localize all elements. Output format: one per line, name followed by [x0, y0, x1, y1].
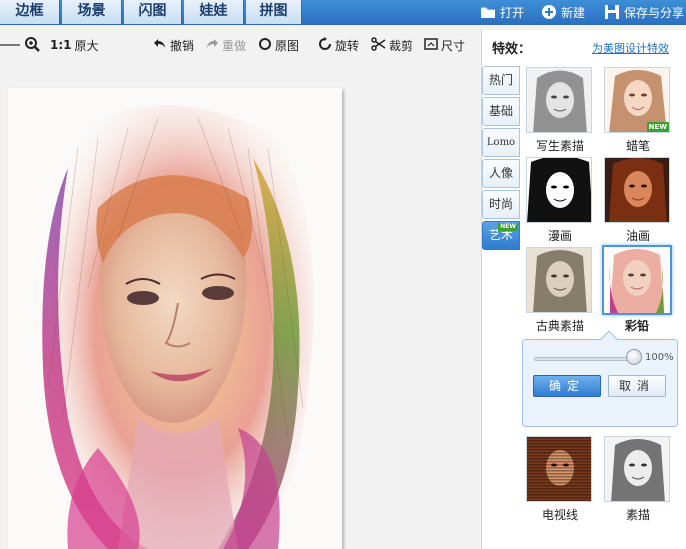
category-art[interactable]: 艺术 NEW — [482, 221, 520, 250]
confirm-button[interactable]: 确定 — [533, 375, 601, 397]
rotate-button[interactable]: 旋转 — [318, 36, 360, 54]
rotate-label: 旋转 — [335, 38, 360, 53]
zoom-slider-stub[interactable] — [0, 44, 20, 46]
floppy-icon — [604, 4, 620, 20]
effect-oil-thumb — [604, 157, 670, 223]
effect-crayon-thumb: NEW — [604, 67, 670, 133]
redo-label: 重做 — [222, 38, 247, 53]
open-label: 打开 — [500, 5, 525, 20]
resize-button[interactable]: 尺寸 — [424, 37, 465, 53]
photo-canvas[interactable] — [8, 88, 342, 549]
crop-label: 裁剪 — [389, 38, 414, 53]
zoom-ratio-label: 1:1 — [50, 38, 72, 52]
category-lomo[interactable]: Lomo — [482, 128, 520, 157]
circle-icon — [258, 37, 272, 54]
effect-sketch[interactable]: 写生素描 — [526, 67, 594, 154]
undo-icon — [153, 37, 167, 54]
resize-label: 尺寸 — [441, 38, 466, 53]
rotate-icon — [318, 36, 332, 54]
effect-crayon[interactable]: NEW 蜡笔 — [604, 67, 672, 154]
crop-button[interactable]: 裁剪 — [371, 36, 414, 54]
folder-icon — [480, 4, 496, 20]
effect-adjust-popup: 100% 确定 取消 — [522, 330, 678, 427]
new-badge: NEW — [646, 122, 669, 132]
tab-collage[interactable]: 拼图 — [246, 0, 302, 24]
effect-pencil-sketch-label: 素描 — [625, 508, 650, 522]
effect-color-pencil-thumb — [602, 245, 672, 315]
original-image-label: 原图 — [275, 38, 300, 53]
effect-classic-sketch-label: 古典素描 — [535, 319, 584, 333]
cancel-button[interactable]: 取消 — [608, 375, 666, 397]
original-size-label: 原大 — [74, 38, 99, 53]
effect-tv-lines[interactable]: 电视线 — [526, 436, 594, 523]
effect-color-pencil[interactable]: 彩铅 — [602, 245, 672, 334]
magnifier-plus-icon — [24, 36, 40, 55]
effect-tv-lines-label: 电视线 — [541, 508, 578, 522]
effect-sketch-label: 写生素描 — [535, 139, 584, 153]
original-image-button[interactable]: 原图 — [258, 37, 299, 53]
effect-classic-sketch-thumb — [526, 247, 592, 313]
redo-icon — [205, 37, 219, 54]
effect-crayon-label: 蜡笔 — [625, 139, 650, 153]
category-hot[interactable]: 热门 — [482, 66, 520, 95]
category-portrait[interactable]: 人像 — [482, 159, 520, 188]
actual-size-button[interactable]: 1:1 原大 — [50, 37, 99, 53]
effect-comic-label: 漫画 — [547, 229, 572, 243]
tab-flash[interactable]: 闪图 — [124, 0, 182, 24]
effects-title: 特效： — [492, 42, 532, 57]
open-button[interactable]: 打开 — [480, 2, 524, 22]
tab-doll[interactable]: 娃娃 — [184, 0, 244, 24]
save-share-button[interactable]: 保存与分享 — [604, 2, 684, 22]
tab-border[interactable]: 边框 — [0, 0, 60, 24]
category-basic[interactable]: 基础 — [482, 97, 520, 126]
design-effect-link[interactable]: 为美图设计特效 — [592, 40, 669, 56]
effect-pencil-sketch[interactable]: 素描 — [604, 436, 672, 523]
category-fashion[interactable]: 时尚 — [482, 190, 520, 219]
top-menu-bar: 边框 场景 闪图 娃娃 拼图 打开 新建 保存与分享 — [0, 0, 686, 25]
effect-color-pencil-label: 彩铅 — [624, 319, 649, 333]
undo-label: 撤销 — [170, 38, 195, 53]
zoom-in-button[interactable] — [24, 36, 40, 55]
effect-comic[interactable]: 漫画 — [526, 157, 594, 244]
effect-pencil-sketch-thumb — [604, 436, 670, 502]
effect-oil-label: 油画 — [625, 229, 650, 243]
opacity-slider-thumb[interactable] — [626, 349, 642, 365]
effect-tv-lines-thumb — [526, 436, 592, 502]
scissors-icon — [371, 36, 386, 54]
effect-sketch-thumb — [526, 67, 592, 133]
new-button[interactable]: 新建 — [541, 2, 585, 22]
edit-toolbar: 1:1 原大 撤销 重做 原图 旋转 裁剪 尺寸 — [0, 27, 478, 63]
effect-comic-thumb — [526, 157, 592, 223]
opacity-value: 100% — [645, 352, 674, 363]
plus-icon — [541, 4, 557, 20]
opacity-slider-track[interactable] — [534, 357, 634, 361]
resize-icon — [424, 37, 438, 54]
redo-button[interactable]: 重做 — [205, 37, 246, 53]
effect-classic-sketch[interactable]: 古典素描 — [526, 247, 594, 334]
save-share-label: 保存与分享 — [624, 5, 685, 20]
undo-button[interactable]: 撤销 — [153, 37, 194, 53]
new-badge: NEW — [498, 223, 518, 231]
color-pencil-portrait — [8, 88, 342, 549]
canvas-area — [0, 63, 478, 549]
tab-scene[interactable]: 场景 — [62, 0, 122, 24]
new-label: 新建 — [561, 5, 586, 20]
effect-oil[interactable]: 油画 — [604, 157, 672, 244]
